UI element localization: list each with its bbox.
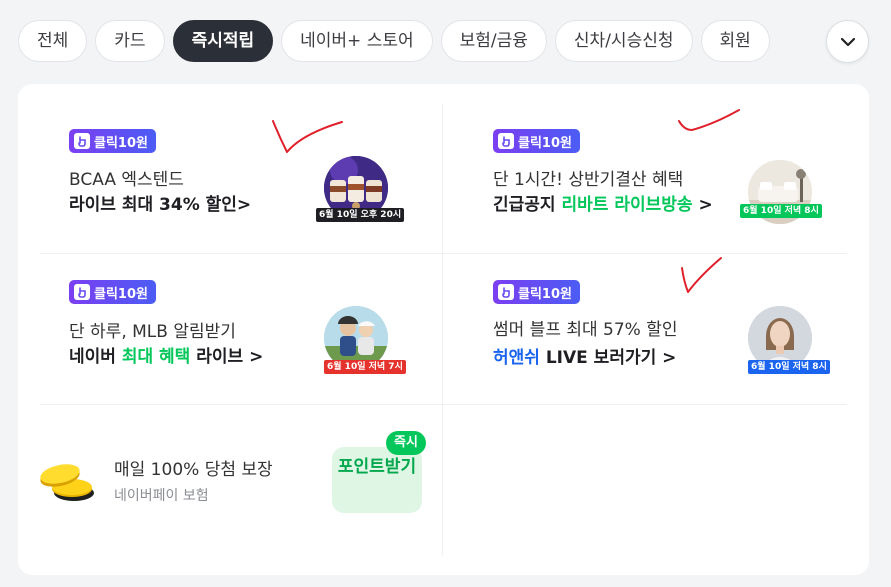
click-reward-badge: 클릭10원 — [493, 129, 580, 153]
click-reward-badge: 클릭10원 — [493, 280, 580, 304]
tap-hand-icon — [498, 284, 514, 300]
tap-hand-icon — [74, 284, 90, 300]
offer-title: BCAA 엑스텐드 — [69, 170, 184, 190]
chevron-down-icon — [840, 37, 855, 46]
offer-title: 단 하루, MLB 알림받기 — [69, 322, 236, 342]
point-offer-subtitle: 네이버페이 보험 — [114, 488, 209, 504]
get-points-button[interactable]: 포인트받기 — [332, 447, 422, 513]
live-date-tag: 6월 10일 저녁 8시 — [740, 204, 822, 218]
offer-item-mlb[interactable]: 클릭10원 단 하루, MLB 알림받기 네이버 최대 혜택 라이브 > 6월 … — [18, 254, 442, 404]
tabs-fade — [776, 20, 826, 62]
tab-new-car-test-drive[interactable]: 신차/시승신청 — [554, 20, 693, 62]
click-reward-badge: 클릭10원 — [69, 129, 156, 153]
more-tabs-button[interactable] — [826, 20, 869, 63]
tap-hand-icon — [74, 133, 90, 149]
tab-member[interactable]: 회원 — [700, 20, 770, 62]
live-date-tag: 6월 10일 저녁 8시 — [748, 360, 830, 374]
tab-insurance-finance[interactable]: 보험/금융 — [440, 20, 547, 62]
click-reward-badge: 클릭10원 — [69, 280, 156, 304]
offer-item-bcaa[interactable]: 클릭10원 BCAA 엑스텐드 라이브 최대 34% 할인> 6월 10일 오후… — [18, 84, 442, 253]
gold-coins-icon — [40, 464, 94, 501]
offer-title: 단 1시간! 상반기결산 혜택 — [493, 170, 684, 190]
tab-card[interactable]: 카드 — [95, 20, 165, 62]
instant-tag: 즉시 — [386, 431, 426, 455]
tab-all[interactable]: 전체 — [18, 20, 88, 62]
tap-hand-icon — [498, 133, 514, 149]
live-date-tag: 6월 10일 저녁 7시 — [324, 360, 406, 374]
tab-instant-reward[interactable]: 즉시적립 — [172, 20, 274, 62]
category-tabs: 전체 카드 즉시적립 네이버+ 스토어 보험/금융 신차/시승신청 회원 — [18, 20, 826, 62]
offer-title: 썸머 블프 최대 57% 할인 — [493, 320, 678, 340]
offer-item-herandshe[interactable]: 클릭10원 썸머 블프 최대 57% 할인 허앤쉬 LIVE 보러가기 > 6월… — [442, 254, 869, 404]
point-offer-title: 매일 100% 당첨 보장 — [114, 460, 273, 480]
offer-subtitle: 라이브 최대 34% 할인> — [69, 195, 252, 215]
live-date-tag: 6월 10일 오후 20시 — [316, 208, 405, 222]
offer-subtitle: 허앤쉬 LIVE 보러가기 > — [493, 348, 677, 368]
offer-subtitle: 네이버 최대 혜택 라이브 > — [69, 347, 264, 367]
offer-subtitle: 긴급공지 리바트 라이브방송 > — [493, 195, 713, 215]
offer-card: 클릭10원 BCAA 엑스텐드 라이브 최대 34% 할인> 6월 10일 오후… — [18, 84, 869, 575]
tab-naver-plus-store[interactable]: 네이버+ 스토어 — [281, 20, 433, 62]
offer-item-rebart[interactable]: 클릭10원 단 1시간! 상반기결산 혜택 긴급공지 리바트 라이브방송 > 6… — [442, 84, 869, 253]
